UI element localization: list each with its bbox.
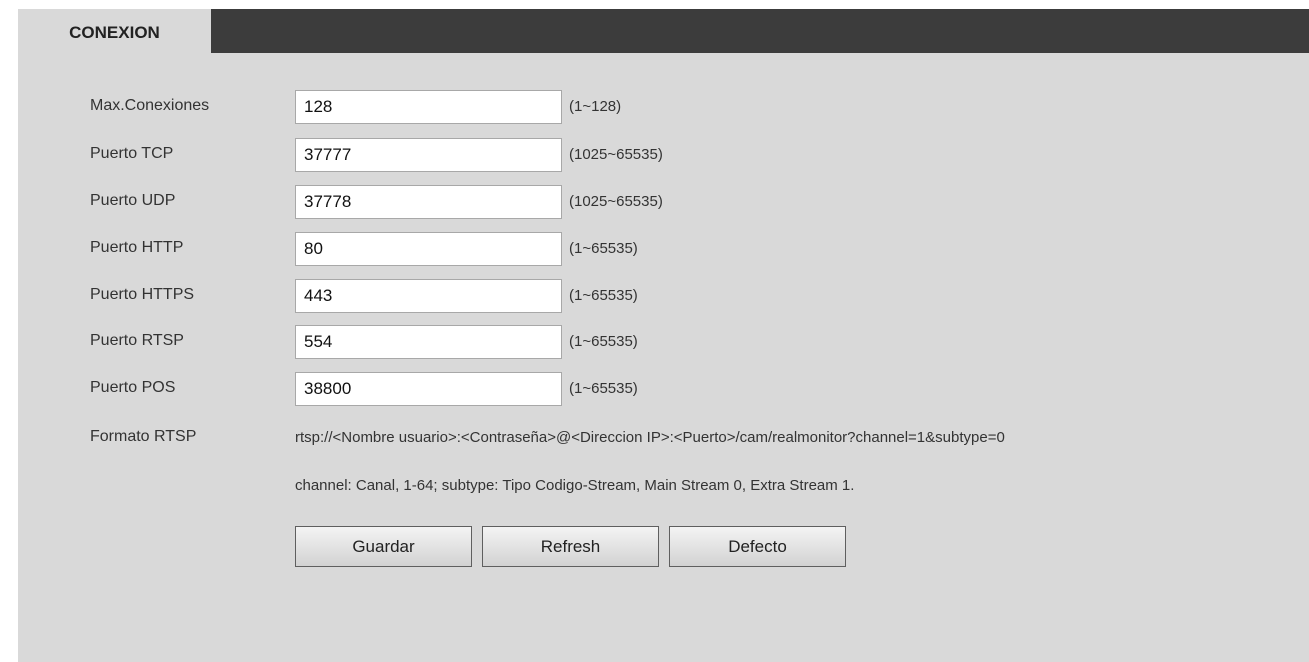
- pos-port-range: (1~65535): [569, 380, 638, 397]
- tcp-port-range: (1025~65535): [569, 146, 663, 163]
- rtsp-format-url: rtsp://<Nombre usuario>:<Contraseña>@<Di…: [295, 429, 1005, 446]
- http-port-input[interactable]: [295, 232, 562, 266]
- tcp-port-label: Puerto TCP: [90, 145, 174, 162]
- https-port-label: Puerto HTTPS: [90, 286, 195, 303]
- http-port-label: Puerto HTTP: [90, 239, 184, 256]
- rtsp-port-range: (1~65535): [569, 333, 638, 350]
- http-port-range: (1~65535): [569, 240, 638, 257]
- rtsp-format-note: channel: Canal, 1-64; subtype: Tipo Codi…: [295, 477, 855, 494]
- connection-panel: CONEXION Max.Conexiones (1~128) Puerto T…: [18, 9, 1309, 662]
- rtsp-format-label: Formato RTSP: [90, 428, 197, 445]
- udp-port-label: Puerto UDP: [90, 192, 176, 209]
- default-button[interactable]: Defecto: [669, 526, 846, 567]
- tcp-port-input[interactable]: [295, 138, 562, 172]
- udp-port-input[interactable]: [295, 185, 562, 219]
- save-button[interactable]: Guardar: [295, 526, 472, 567]
- rtsp-port-input[interactable]: [295, 325, 562, 359]
- tab-bar: CONEXION: [18, 9, 1309, 53]
- max-connections-input[interactable]: [295, 90, 562, 124]
- max-connections-label: Max.Conexiones: [90, 97, 210, 114]
- udp-port-range: (1025~65535): [569, 193, 663, 210]
- tab-conexion[interactable]: CONEXION: [18, 9, 211, 53]
- rtsp-port-label: Puerto RTSP: [90, 332, 184, 349]
- max-connections-range: (1~128): [569, 98, 622, 115]
- https-port-input[interactable]: [295, 279, 562, 313]
- pos-port-input[interactable]: [295, 372, 562, 406]
- pos-port-label: Puerto POS: [90, 379, 176, 396]
- https-port-range: (1~65535): [569, 287, 638, 304]
- refresh-button[interactable]: Refresh: [482, 526, 659, 567]
